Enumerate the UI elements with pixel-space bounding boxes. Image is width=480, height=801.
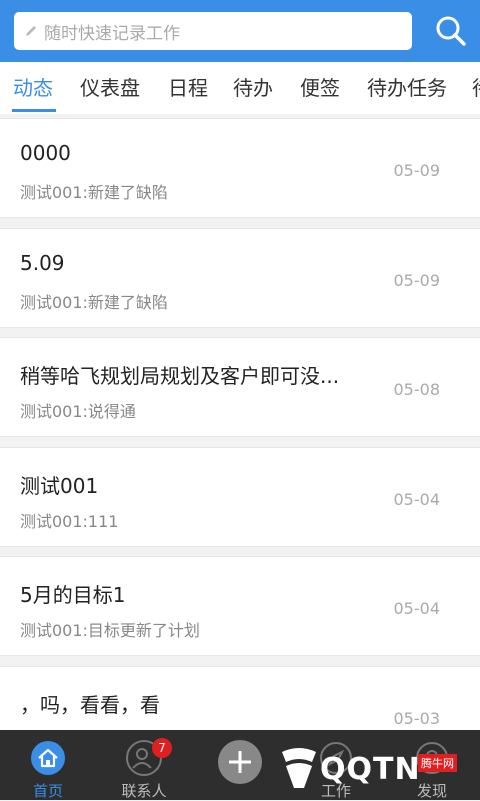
watermark-logo-icon xyxy=(282,748,316,788)
home-icon xyxy=(31,741,65,775)
feed-item[interactable]: 5.09 测试001:新建了缺陷 05-09 xyxy=(0,228,480,328)
tab-schedule[interactable]: 日程 xyxy=(168,62,208,114)
watermark-text: QQTN xyxy=(320,752,421,787)
feed-item-date: 05-09 xyxy=(393,271,441,290)
feed-item[interactable]: 0000 测试001:新建了缺陷 05-09 xyxy=(0,118,480,218)
feed-item-subtitle: 测试001:新建了缺陷 xyxy=(20,183,168,202)
pencil-icon xyxy=(26,26,36,36)
tab-notes[interactable]: 便签 xyxy=(300,62,340,114)
activity-feed[interactable]: 0000 测试001:新建了缺陷 05-09 5.09 测试001:新建了缺陷 … xyxy=(0,118,480,730)
nav-home[interactable]: 首页 xyxy=(0,730,96,800)
watermark-tag: 腾牛网 xyxy=(418,754,457,772)
feed-item-date: 05-04 xyxy=(393,490,441,509)
nav-contacts[interactable]: 7 联系人 xyxy=(96,730,192,800)
nav-home-label: 首页 xyxy=(32,782,63,800)
feed-item-date: 05-09 xyxy=(393,161,441,180)
feed-item-subtitle: 测试001:新建了缺陷 xyxy=(20,293,168,312)
top-header: 随时快速记录工作 xyxy=(0,0,480,62)
feed-item-title: 5月的目标1 xyxy=(20,583,126,607)
search-icon[interactable] xyxy=(434,14,468,48)
tab-dashboard[interactable]: 仪表盘 xyxy=(80,62,140,114)
feed-item-title: 测试001 xyxy=(20,474,99,498)
active-tab-indicator xyxy=(12,109,56,112)
feed-item[interactable]: 5月的目标1 测试001:目标更新了计划 05-04 xyxy=(0,556,480,656)
feed-item[interactable]: ，吗，看看，看 05-03 xyxy=(0,666,480,730)
contacts-badge: 7 xyxy=(152,738,172,758)
feed-item[interactable]: 稍等哈飞规划局规划及客户即可没... 测试001:说得通 05-08 xyxy=(0,337,480,437)
feed-item-title: 稍等哈飞规划局规划及客户即可没... xyxy=(20,364,340,388)
add-button[interactable] xyxy=(218,740,262,784)
feed-item-subtitle: 测试001:111 xyxy=(20,512,119,531)
tab-todo[interactable]: 待办 xyxy=(233,62,273,114)
feed-item-subtitle: 测试001:说得通 xyxy=(20,402,136,421)
tab-todo-tasks[interactable]: 待办任务 xyxy=(367,62,447,114)
quick-note-input[interactable]: 随时快速记录工作 xyxy=(14,12,412,50)
site-watermark: QQTN 腾牛网 xyxy=(268,738,474,798)
feed-item-title: 0000 xyxy=(20,141,71,165)
nav-contacts-label: 联系人 xyxy=(121,782,167,800)
feed-item-date: 05-08 xyxy=(393,380,441,399)
add-icon xyxy=(229,751,251,773)
category-tabs: 动态 仪表盘 日程 待办 便签 待办任务 待 xyxy=(0,62,480,114)
feed-item-title: ，吗，看看，看 xyxy=(20,693,160,717)
feed-item-subtitle: 测试001:目标更新了计划 xyxy=(20,621,200,640)
feed-item-date: 05-04 xyxy=(393,599,441,618)
feed-item-title: 5.09 xyxy=(20,251,65,275)
tab-dynamic[interactable]: 动态 xyxy=(13,62,53,114)
tab-overflow[interactable]: 待 xyxy=(472,62,480,114)
feed-item[interactable]: 测试001 测试001:111 05-04 xyxy=(0,447,480,547)
feed-item-date: 05-03 xyxy=(393,709,441,728)
search-placeholder: 随时快速记录工作 xyxy=(44,23,180,44)
